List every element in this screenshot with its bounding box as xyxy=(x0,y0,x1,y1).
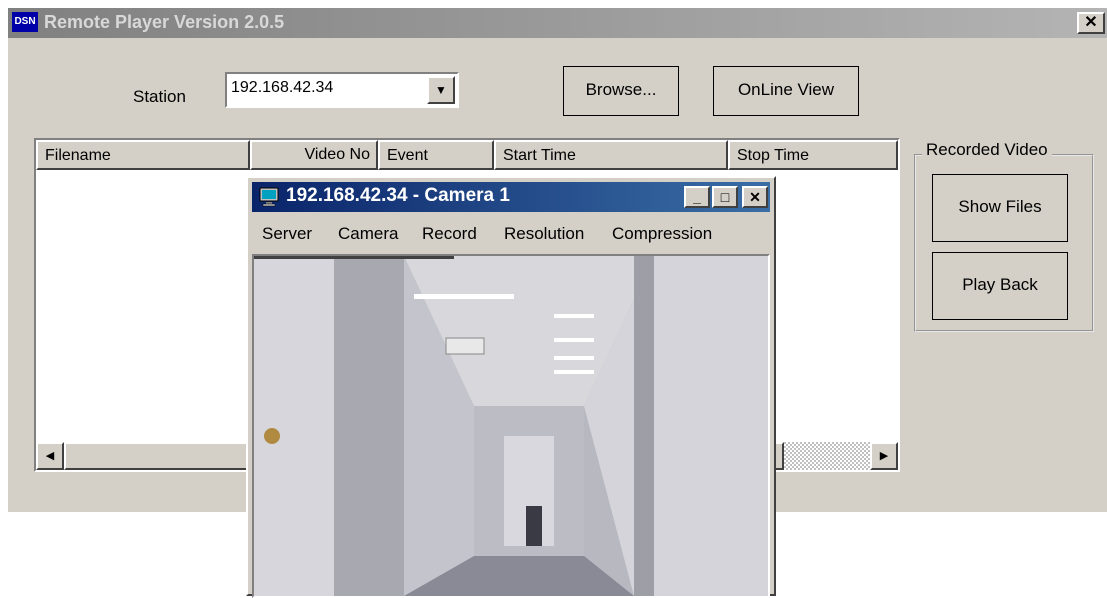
menu-resolution[interactable]: Resolution xyxy=(504,224,584,244)
menu-record[interactable]: Record xyxy=(422,224,477,244)
show-files-button[interactable]: Show Files xyxy=(932,174,1068,242)
camera-window: 192.168.42.34 - Camera 1 _ □ ✕ Server Ca… xyxy=(246,176,776,598)
dsn-logo-icon: DSN xyxy=(12,12,38,32)
column-header-stop-time[interactable]: Stop Time xyxy=(728,140,898,170)
show-files-button-label: Show Files xyxy=(958,197,1042,216)
camera-title-bar[interactable]: 192.168.42.34 - Camera 1 _ □ ✕ xyxy=(252,182,770,212)
browse-button[interactable]: Browse... xyxy=(563,66,679,116)
camera-video-feed xyxy=(252,254,770,598)
online-view-button-label: OnLine View xyxy=(737,80,835,99)
column-header-start-time[interactable]: Start Time xyxy=(494,140,728,170)
close-icon[interactable]: ✕ xyxy=(1077,12,1105,34)
column-header-filename[interactable]: Filename xyxy=(36,140,250,170)
play-back-button[interactable]: Play Back xyxy=(932,252,1068,320)
station-value: 192.168.42.34 xyxy=(231,79,334,96)
online-view-button[interactable]: OnLine View xyxy=(713,66,859,116)
arrow-right-icon[interactable]: ▶ xyxy=(870,442,898,470)
column-header-event[interactable]: Event xyxy=(378,140,494,170)
camera-window-title: 192.168.42.34 - Camera 1 xyxy=(286,185,510,206)
menu-server[interactable]: Server xyxy=(262,224,312,244)
menu-compression[interactable]: Compression xyxy=(612,224,712,244)
recorded-video-label: Recorded Video xyxy=(922,140,1052,160)
chevron-down-icon[interactable]: ▼ xyxy=(427,76,455,104)
station-label: Station xyxy=(133,87,186,106)
play-back-button-label: Play Back xyxy=(962,275,1038,294)
column-header-video-no[interactable]: Video No xyxy=(250,140,378,170)
title-bar[interactable]: DSN Remote Player Version 2.0.5 ✕ xyxy=(8,8,1107,38)
hallway-camera-image xyxy=(254,256,768,596)
window-title: Remote Player Version 2.0.5 xyxy=(44,12,285,32)
menu-camera[interactable]: Camera xyxy=(338,224,398,244)
camera-menu-bar: Server Camera Record Resolution Compress… xyxy=(252,216,770,250)
station-dropdown[interactable]: 192.168.42.34 ▼ xyxy=(225,72,459,108)
minimize-icon[interactable]: _ xyxy=(684,186,710,208)
close-icon[interactable]: ✕ xyxy=(742,186,768,208)
monitor-icon xyxy=(259,187,279,207)
browse-button-label: Browse... xyxy=(585,80,657,99)
arrow-left-icon[interactable]: ◀ xyxy=(36,442,64,470)
maximize-icon[interactable]: □ xyxy=(712,186,738,208)
